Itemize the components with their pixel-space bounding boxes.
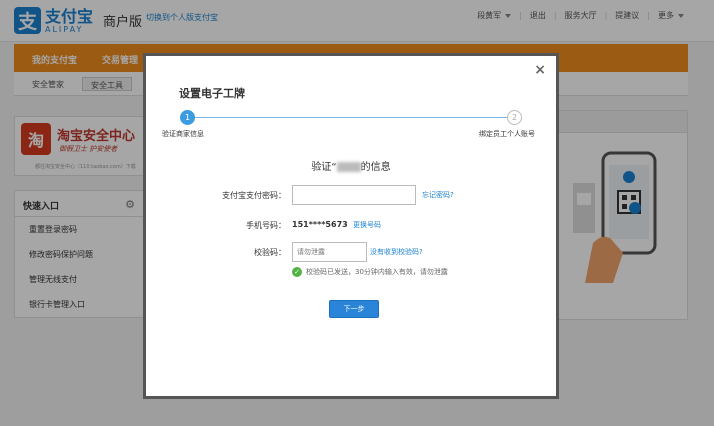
verification-code-input[interactable]	[292, 242, 367, 262]
no-code-link[interactable]: 没有收到校验码?	[370, 247, 423, 257]
code-label: 校验码：	[254, 248, 286, 257]
step-1-dot: 1	[180, 110, 195, 125]
change-phone-link[interactable]: 更换号码	[353, 220, 381, 230]
step-indicator: 1 2 验证商家信息 绑定员工个人账号	[146, 106, 556, 140]
password-row: 支付宝支付密码： 忘记密码?	[146, 185, 556, 205]
code-row: 校验码： 没有收到校验码?	[146, 242, 556, 262]
close-icon[interactable]: ×	[534, 62, 546, 78]
verify-heading: 验证“ 的信息	[311, 162, 391, 173]
phone-label: 手机号码：	[246, 221, 286, 230]
check-icon: ✓	[292, 267, 302, 277]
step-2-dot: 2	[507, 110, 522, 125]
step-2-label: 绑定员工个人账号	[479, 130, 535, 138]
password-label: 支付宝支付密码：	[222, 191, 286, 200]
electronic-badge-dialog: × 设置电子工牌 1 2 验证商家信息 绑定员工个人账号 验证“ 的信息 支付宝支…	[143, 53, 559, 399]
phone-row: 手机号码： 151****5673 更换号码	[146, 215, 556, 235]
step-1-label: 验证商家信息	[162, 130, 204, 138]
masked-name	[336, 162, 361, 172]
forgot-password-link[interactable]: 忘记密码?	[422, 190, 454, 200]
payment-password-input[interactable]	[292, 185, 416, 205]
step-line	[190, 117, 510, 118]
code-sent-hint: ✓ 校验码已发送，30分钟内输入有效，请勿泄露	[292, 267, 448, 277]
phone-number: 151****5673	[292, 220, 348, 229]
next-step-button[interactable]: 下一步	[329, 300, 379, 318]
dialog-title: 设置电子工牌	[179, 87, 245, 100]
